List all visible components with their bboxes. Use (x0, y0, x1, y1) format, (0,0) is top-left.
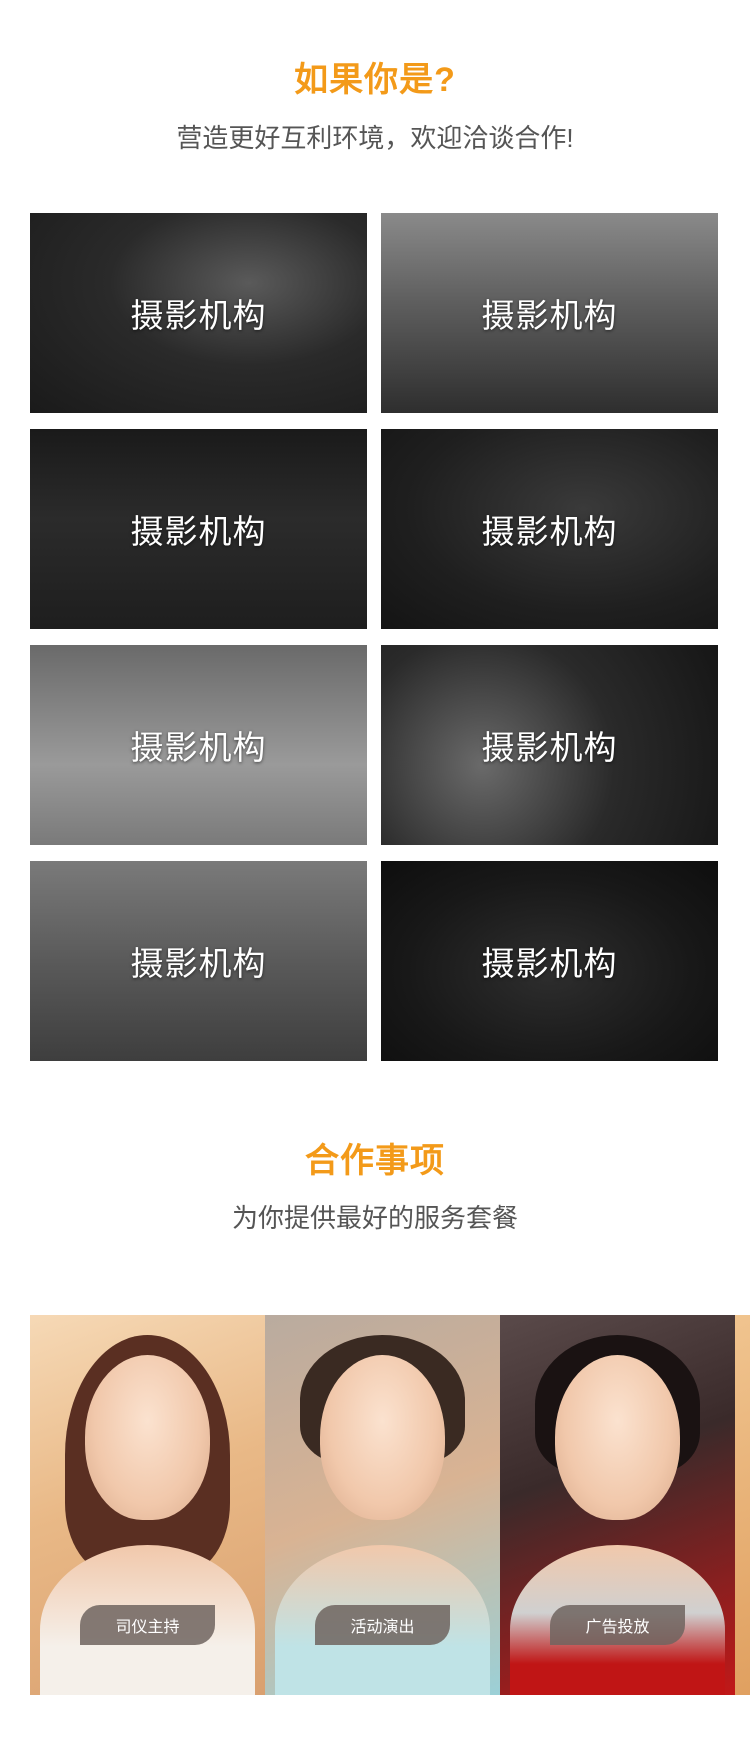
portrait-face (320, 1355, 445, 1520)
partner-tile[interactable]: 摄影机构 (30, 213, 367, 413)
portrait-face (85, 1355, 210, 1520)
service-badge[interactable]: 广告投放 (550, 1605, 685, 1645)
portrait-face (555, 1355, 680, 1520)
partner-tile[interactable]: 摄影机构 (381, 645, 718, 845)
cooperation-subtitle: 为你提供最好的服务套餐 (231, 1203, 518, 1233)
tile-label: 摄影机构 (481, 297, 618, 334)
partner-tile[interactable]: 摄影机构 (381, 213, 718, 413)
partner-tile[interactable]: 摄影机构 (381, 429, 718, 629)
tile-label: 摄影机构 (130, 513, 267, 550)
tile-label: 摄影机构 (481, 945, 618, 982)
service-badge[interactable]: 活动演出 (315, 1605, 450, 1645)
tile-label: 摄影机构 (481, 513, 618, 550)
tile-label: 摄影机构 (130, 945, 267, 982)
cooperation-title: 合作事项 (305, 1142, 445, 1180)
partner-tile[interactable]: 摄影机构 (30, 429, 367, 629)
service-card[interactable]: 活动演出 (265, 1315, 500, 1695)
partner-grid: 摄影机构 摄影机构 摄影机构 摄影机构 摄影机构 摄影机构 摄影机构 摄影机构 (30, 213, 720, 1061)
intro-subtitle: 营造更好互利环境，欢迎洽谈合作! (176, 123, 574, 153)
tile-label: 摄影机构 (130, 297, 267, 334)
service-carousel: 司仪主持 活动演出 广告投放 (30, 1315, 750, 1695)
intro-title: 如果你是? (294, 61, 456, 99)
tile-label: 摄影机构 (130, 729, 267, 766)
partner-tile[interactable]: 摄影机构 (30, 645, 367, 845)
partner-tile[interactable]: 摄影机构 (381, 861, 718, 1061)
service-badge[interactable]: 司仪主持 (80, 1605, 215, 1645)
service-card-partial[interactable] (735, 1315, 750, 1695)
tile-label: 摄影机构 (481, 729, 618, 766)
partner-tile[interactable]: 摄影机构 (30, 861, 367, 1061)
service-card[interactable]: 广告投放 (500, 1315, 735, 1695)
service-card[interactable]: 司仪主持 (30, 1315, 265, 1695)
